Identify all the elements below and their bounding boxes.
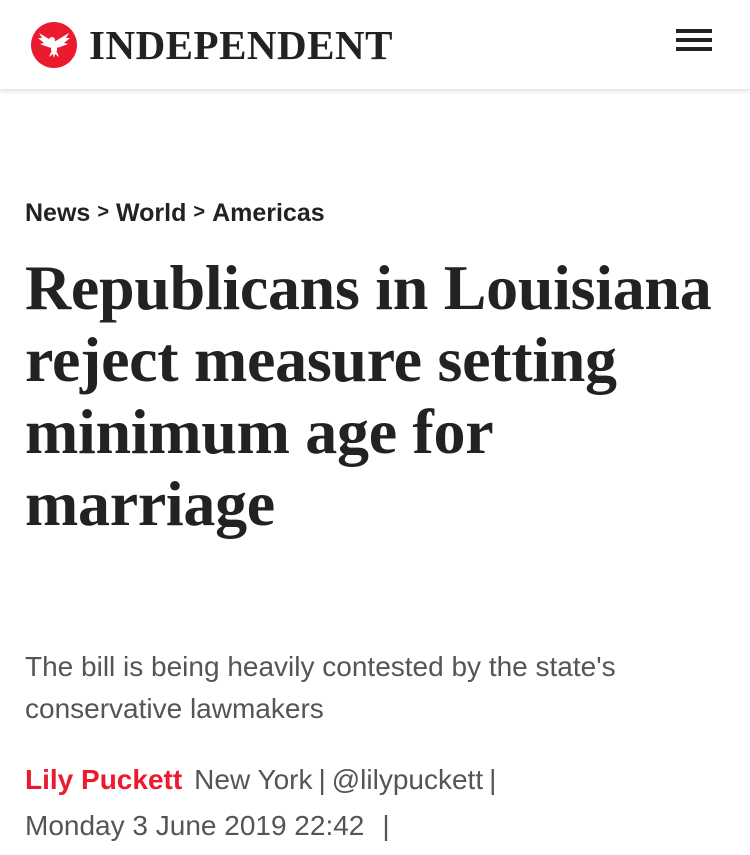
author-link[interactable]: Lily Puckett <box>25 764 182 795</box>
breadcrumb-separator: > <box>193 201 206 223</box>
logo-wordmark: INDEPENDENT <box>89 22 393 68</box>
breadcrumb-separator: > <box>97 201 109 223</box>
article-headline: Republicans in Louisiana reject measure … <box>25 252 712 539</box>
eagle-icon <box>31 21 77 68</box>
twitter-handle-link[interactable]: @lilypuckett <box>332 764 483 795</box>
menu-bar <box>676 47 712 51</box>
breadcrumb: News > World > Americas <box>25 199 325 228</box>
article-timestamp: Monday 3 June 2019 22:42 <box>25 810 365 841</box>
byline-divider: | <box>489 764 497 795</box>
site-header: INDEPENDENT <box>0 0 750 90</box>
menu-bar <box>676 29 712 33</box>
breadcrumb-americas[interactable]: Americas <box>212 199 325 228</box>
menu-bar <box>676 38 712 42</box>
byline-divider: | <box>318 764 326 795</box>
breadcrumb-news[interactable]: News <box>25 199 90 228</box>
hamburger-menu-icon[interactable] <box>676 27 712 53</box>
site-logo[interactable]: INDEPENDENT <box>31 21 393 68</box>
byline-location: New York <box>194 764 313 795</box>
article-byline: Lily Puckett New York | @lilypuckett | Monday… <box>25 757 745 849</box>
byline-divider: | <box>382 810 390 841</box>
article-standfirst: The bill is being heavily contested by t… <box>25 651 616 724</box>
breadcrumb-world[interactable]: World <box>116 199 186 228</box>
